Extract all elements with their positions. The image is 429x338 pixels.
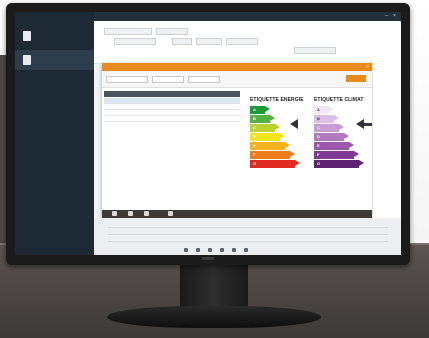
climate-marker <box>356 119 364 129</box>
climate-label-chart: ETIQUETTE CLIMAT ABCDEFG <box>314 97 374 169</box>
toolbar-icon[interactable] <box>196 248 200 252</box>
app-sidebar <box>15 12 94 255</box>
sidebar-item-home[interactable] <box>15 26 94 46</box>
table-row[interactable] <box>108 229 388 235</box>
energy-dialog: × ETIQUETTE ENERGIE A B C D E F G ETIQUE… <box>102 63 378 218</box>
delete-icon[interactable] <box>168 211 173 216</box>
energy-class-band: B <box>314 115 339 123</box>
monitor-logo <box>202 257 214 260</box>
toolbar-icon[interactable] <box>244 248 248 252</box>
monitor-screen: – × × ETIQUETTE ENERGIE A B C D E F G ET… <box>15 12 401 255</box>
sidebar-item-project[interactable] <box>15 50 94 70</box>
monitor: – × × ETIQUETTE ENERGIE A B C D E F G ET… <box>6 3 410 265</box>
energy-marker <box>290 119 298 129</box>
energy-class-band: F <box>250 151 295 159</box>
app-main: – × × ETIQUETTE ENERGIE A B C D E F G ET… <box>94 12 401 255</box>
energy-class-band: C <box>314 124 344 132</box>
toolbar-icon[interactable] <box>184 248 188 252</box>
dialog-filter-bar <box>102 71 372 88</box>
filter-field[interactable] <box>188 76 220 83</box>
climate-bands: ABCDEFG <box>314 106 374 168</box>
toolbar-field[interactable] <box>196 38 222 45</box>
table-row[interactable] <box>104 116 240 122</box>
filter-field[interactable] <box>152 76 184 83</box>
title-bar: – × <box>94 12 401 21</box>
energy-class-band: D <box>314 133 349 141</box>
document-icon <box>23 55 31 65</box>
energy-class-band: E <box>314 142 354 150</box>
toolbar-field[interactable] <box>114 38 156 45</box>
energy-class-band: F <box>314 151 359 159</box>
right-panel <box>372 63 401 218</box>
energy-class-band: C <box>250 124 280 132</box>
toolbar <box>94 21 401 64</box>
add-icon[interactable] <box>112 211 117 216</box>
table-header <box>104 91 240 97</box>
filter-field[interactable] <box>106 76 148 83</box>
dialog-header: × <box>102 63 372 71</box>
toolbar-field[interactable] <box>156 28 188 35</box>
close-icon[interactable]: × <box>366 64 369 70</box>
table-row[interactable] <box>108 236 388 242</box>
search-button[interactable] <box>346 75 366 82</box>
toolbar-field[interactable] <box>172 38 192 45</box>
copy-icon[interactable] <box>144 211 149 216</box>
climate-label-title: ETIQUETTE CLIMAT <box>314 97 364 103</box>
table-row[interactable] <box>108 222 388 228</box>
toolbar-icon[interactable] <box>220 248 224 252</box>
edit-icon[interactable] <box>128 211 133 216</box>
energy-class-band: G <box>250 160 300 168</box>
energy-class-band: A <box>250 106 270 114</box>
toolbar-field[interactable] <box>294 47 336 54</box>
toolbar-field[interactable] <box>226 38 258 45</box>
toolbar-icon[interactable] <box>232 248 236 252</box>
energy-class-band: G <box>314 160 364 168</box>
energy-class-band: B <box>250 115 275 123</box>
energy-label-title: ETIQUETTE ENERGIE <box>250 97 304 103</box>
minimize-icon[interactable]: – <box>384 14 389 19</box>
results-table <box>104 91 240 201</box>
toolbar-field[interactable] <box>104 28 152 35</box>
energy-bands: ABCDEFG <box>250 106 310 168</box>
energy-class-band: D <box>250 133 285 141</box>
toolbar-icon[interactable] <box>208 248 212 252</box>
monitor-stand-neck <box>180 264 248 310</box>
document-icon <box>23 31 31 41</box>
energy-class-band: A <box>314 106 334 114</box>
energy-class-band: E <box>250 142 290 150</box>
close-icon[interactable]: × <box>392 14 397 19</box>
monitor-stand-base <box>107 306 321 328</box>
dialog-footer <box>102 210 372 218</box>
energy-label-chart: ETIQUETTE ENERGIE ABCDEFG <box>250 97 310 169</box>
